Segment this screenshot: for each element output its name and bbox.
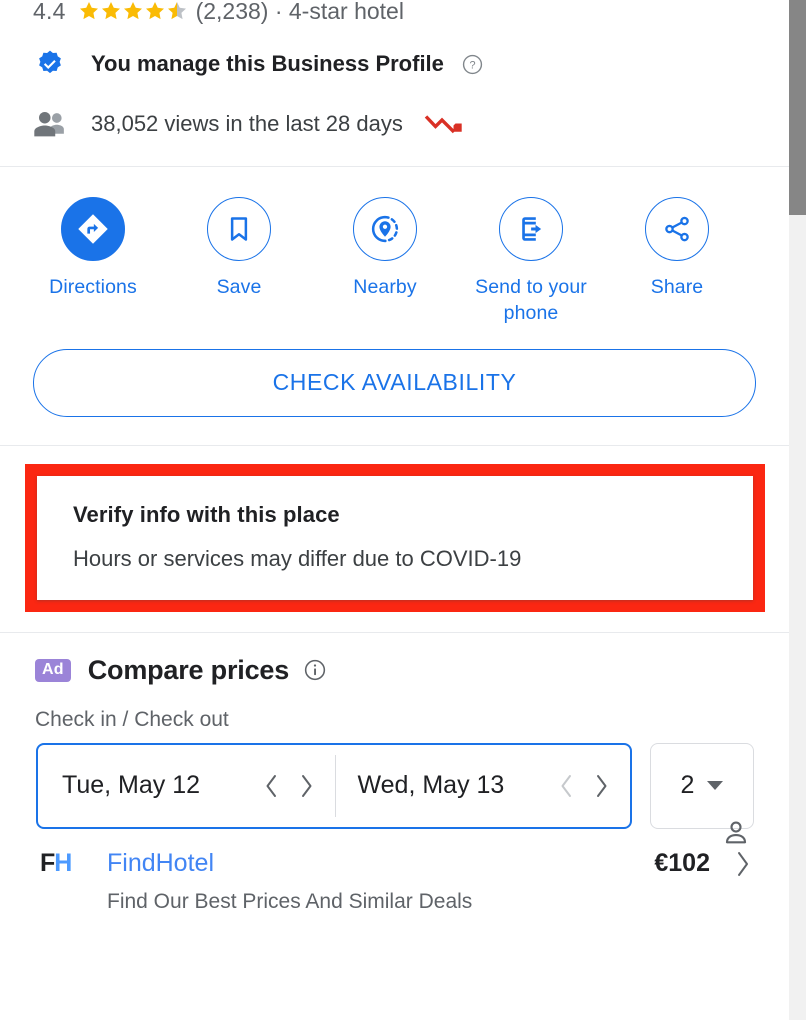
verify-info-title: Verify info with this place: [73, 501, 340, 527]
directions-icon: [78, 214, 108, 244]
trending-down-icon: [424, 115, 462, 134]
check-availability-button[interactable]: CHECK AVAILABILITY: [33, 348, 756, 417]
action-label: Save: [216, 276, 262, 298]
provider-name[interactable]: FindHotel: [107, 849, 214, 878]
check-out-field[interactable]: Wed, May 13: [336, 745, 631, 827]
nearby-button[interactable]: [353, 197, 417, 261]
rating-value: 4.4: [33, 0, 66, 24]
verify-info-subtitle: Hours or services may differ due to COVI…: [73, 545, 522, 571]
action-save[interactable]: Save: [166, 197, 312, 327]
compare-prices-title: Compare prices: [87, 654, 290, 685]
action-send-to-phone[interactable]: Send to your phone: [458, 197, 604, 327]
date-selector-row: Tue, May 12 Wed, May 13 2: [0, 742, 789, 829]
chevron-left-icon: [561, 774, 571, 797]
person-icon: [725, 821, 747, 844]
date-range-field[interactable]: Tue, May 12 Wed, May 13: [36, 742, 632, 829]
provider-row[interactable]: FH FindHotel €102: [0, 829, 789, 881]
action-label: Directions: [49, 276, 137, 298]
star-icon: [101, 2, 120, 20]
check-in-out-label: Check in / Check out: [35, 707, 229, 731]
send-to-phone-icon: [522, 217, 542, 241]
owner-info-block: You manage this Business Profile ? 38,05…: [0, 26, 789, 166]
check-out-prev-button[interactable]: [550, 766, 584, 806]
google-maps-place-panel: 4.4 (2,238) · 4-star hotel You manage th…: [0, 0, 806, 1020]
star-rating: [78, 0, 188, 22]
guest-count-value: 2: [680, 771, 695, 800]
svg-text:?: ?: [469, 59, 475, 71]
people-icon: [34, 111, 64, 137]
logo-letter-secondary: H: [54, 849, 72, 878]
findhotel-logo: FH: [40, 849, 102, 878]
views-label: 38,052 views in the last 28 days: [91, 111, 403, 136]
share-button[interactable]: [645, 197, 709, 261]
views-row: 38,052 views in the last 28 days: [0, 104, 789, 144]
manage-profile-label: You manage this Business Profile: [91, 51, 444, 76]
action-label: Nearby: [353, 276, 417, 298]
chevron-down-icon: [707, 781, 724, 791]
nearby-pin-icon: [371, 215, 399, 243]
ad-badge: Ad: [35, 658, 71, 682]
provider-open-button[interactable]: [734, 847, 754, 881]
logo-letter-primary: F: [40, 849, 55, 878]
bookmark-icon: [230, 217, 248, 241]
compare-prices-header: Ad Compare prices: [0, 655, 789, 686]
rating-row: 4.4 (2,238) · 4-star hotel: [0, 0, 789, 26]
provider-price: €102: [654, 849, 710, 878]
action-share[interactable]: Share: [604, 197, 750, 327]
action-buttons-row: Directions Save Nearby Send to your phon…: [0, 167, 789, 327]
rating-count-and-class: (2,238) · 4-star hotel: [195, 0, 404, 24]
directions-button[interactable]: [61, 197, 125, 261]
section-divider: [0, 444, 789, 446]
help-circle-icon[interactable]: ?: [462, 54, 483, 75]
check-out-next-button[interactable]: [584, 766, 618, 806]
verified-badge-icon: [39, 50, 61, 74]
guest-count-selector[interactable]: 2: [650, 742, 754, 829]
scrollbar-thumb[interactable]: [789, 0, 806, 215]
verify-info-card[interactable]: Verify info with this place Hours or ser…: [37, 475, 753, 600]
compare-prices-section: Ad Compare prices Check in / Check out T…: [0, 633, 789, 914]
save-button[interactable]: [207, 197, 271, 261]
check-availability-wrap: CHECK AVAILABILITY: [0, 327, 789, 445]
guest-icon-wrap: [721, 818, 751, 848]
chevron-left-icon: [266, 774, 276, 797]
check-in-value: Tue, May 12: [62, 771, 201, 800]
action-label: Share: [650, 276, 704, 298]
action-label: Send to your phone: [475, 276, 587, 325]
star-icon: [123, 2, 142, 20]
star-half-icon: [167, 2, 186, 20]
manage-profile-row: You manage this Business Profile ?: [0, 44, 789, 84]
star-icon: [145, 2, 164, 20]
place-details-panel: 4.4 (2,238) · 4-star hotel You manage th…: [0, 0, 789, 1020]
action-nearby[interactable]: Nearby: [312, 197, 458, 327]
verify-info-highlight: Verify info with this place Hours or ser…: [25, 463, 765, 612]
check-in-steppers: [255, 766, 335, 806]
check-out-value: Wed, May 13: [357, 771, 505, 800]
chevron-right-icon: [301, 774, 311, 797]
provider-subtitle: Find Our Best Prices And Similar Deals: [107, 889, 473, 913]
share-icon: [665, 216, 689, 242]
chevron-right-icon: [738, 851, 748, 876]
send-to-phone-button[interactable]: [499, 197, 563, 261]
check-in-field[interactable]: Tue, May 12: [38, 745, 335, 827]
chevron-right-icon: [597, 774, 607, 797]
check-in-next-button[interactable]: [289, 766, 323, 806]
check-out-steppers: [550, 766, 630, 806]
action-directions[interactable]: Directions: [20, 197, 166, 327]
star-icon: [79, 2, 98, 20]
check-in-prev-button[interactable]: [255, 766, 289, 806]
info-circle-icon[interactable]: [304, 659, 326, 681]
